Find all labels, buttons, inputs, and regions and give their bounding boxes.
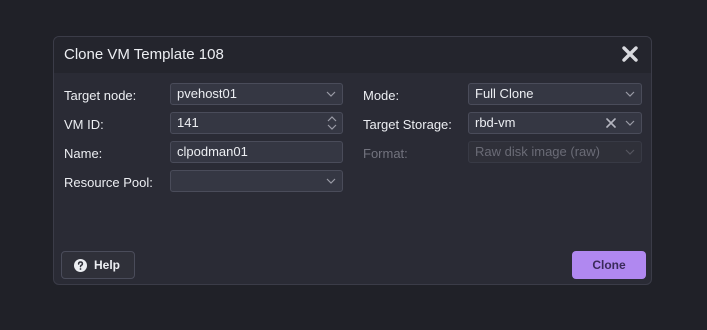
mode-select[interactable]: Full Clone [468, 83, 642, 105]
dialog-title: Clone VM Template 108 [64, 46, 224, 63]
target-storage-select[interactable]: rbd-vm [468, 112, 642, 134]
target-node-label: Target node: [64, 88, 137, 103]
clone-button[interactable]: Clone [572, 251, 646, 279]
chevron-down-icon [625, 149, 635, 155]
target-storage-label: Target Storage: [363, 117, 452, 132]
mode-value: Full Clone [475, 86, 534, 101]
mode-label: Mode: [363, 88, 400, 103]
target-node-value: pvehost01 [177, 86, 237, 101]
chevron-down-icon [625, 91, 635, 97]
dialog-titlebar: Clone VM Template 108 [54, 37, 651, 73]
close-icon[interactable] [621, 45, 639, 63]
chevron-down-icon [326, 91, 336, 97]
clone-button-label: Clone [592, 258, 626, 272]
help-icon [74, 259, 87, 272]
clone-dialog: Clone VM Template 108 Target node: pveho… [53, 36, 652, 285]
help-button-label: Help [94, 258, 121, 272]
format-select: Raw disk image (raw) [468, 141, 642, 163]
chevron-down-icon [625, 120, 635, 126]
clear-icon[interactable] [605, 117, 617, 129]
target-node-select[interactable]: pvehost01 [170, 83, 343, 105]
spinner-icon[interactable] [327, 115, 337, 131]
vm-id-label: VM ID: [64, 117, 104, 132]
chevron-down-icon [326, 178, 336, 184]
name-label: Name: [64, 146, 103, 161]
format-value: Raw disk image (raw) [475, 144, 600, 159]
help-button[interactable]: Help [61, 251, 135, 279]
name-input[interactable]: clpodman01 [170, 141, 343, 163]
target-storage-value: rbd-vm [475, 115, 516, 130]
vm-id-input[interactable]: 141 [170, 112, 343, 134]
resource-pool-label: Resource Pool: [64, 175, 153, 190]
vm-id-value: 141 [177, 115, 199, 130]
format-label: Format: [363, 146, 408, 161]
resource-pool-select[interactable] [170, 170, 343, 192]
name-value: clpodman01 [177, 144, 248, 159]
